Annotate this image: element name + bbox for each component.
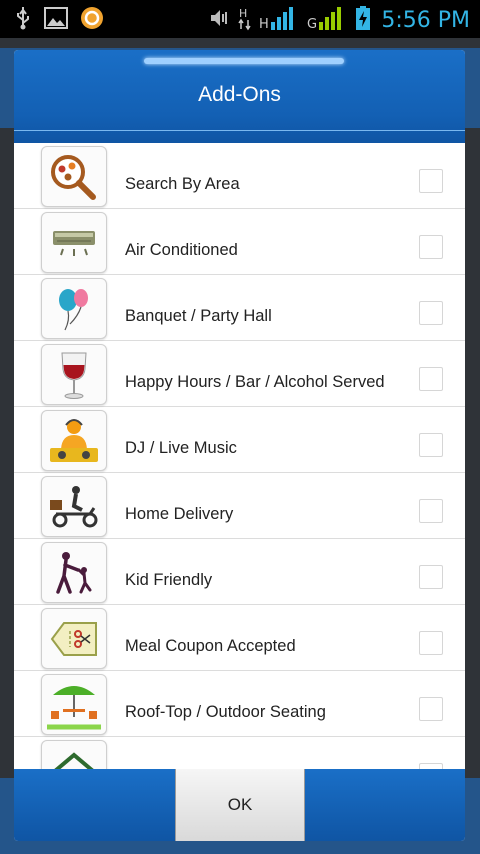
addon-checkbox[interactable] (419, 697, 443, 721)
signal-sim1-icon: H (259, 4, 301, 36)
addon-row-kid-friendly[interactable]: Kid Friendly (14, 539, 465, 605)
addon-label: Banquet / Party Hall (125, 307, 272, 325)
addon-label: Search By Area (125, 175, 240, 193)
coupon-icon (41, 608, 107, 669)
wine-glass-icon (41, 344, 107, 405)
dialog-title: Add-Ons (198, 83, 281, 106)
addon-label: Happy Hours / Bar / Alcohol Served (125, 373, 385, 391)
addons-list[interactable]: Search By Area Air Conditioned Banquet /… (14, 143, 465, 769)
sim1-type: H (259, 17, 269, 32)
outdoor-seating-icon (41, 674, 107, 735)
balloons-icon (41, 278, 107, 339)
addon-label: Roof-Top / Outdoor Seating (125, 703, 326, 721)
addon-row-air-conditioned[interactable]: Air Conditioned (14, 209, 465, 275)
addon-checkbox[interactable] (419, 565, 443, 589)
drag-handle (144, 58, 344, 64)
addon-checkbox[interactable] (419, 367, 443, 391)
addon-label: Home Delivery (125, 505, 234, 523)
status-bar: H H G 5:56 PM (0, 0, 480, 38)
hsdpa-data-icon: H (237, 5, 253, 35)
usb-icon (14, 6, 32, 34)
addon-checkbox[interactable] (419, 235, 443, 259)
addon-row-happy-hours[interactable]: Happy Hours / Bar / Alcohol Served (14, 341, 465, 407)
addon-row-banquet[interactable]: Banquet / Party Hall (14, 275, 465, 341)
addon-row-home-delivery[interactable]: Home Delivery (14, 473, 465, 539)
addon-checkbox[interactable] (419, 631, 443, 655)
ok-button[interactable]: OK (175, 769, 305, 841)
parent-child-icon (41, 542, 107, 603)
addon-row-dj-live-music[interactable]: DJ / Live Music (14, 407, 465, 473)
dialog-header: Add-Ons (14, 50, 465, 143)
gallery-icon (44, 7, 68, 33)
clock: 5:56 PM (381, 7, 470, 33)
delivery-scooter-icon (41, 476, 107, 537)
svg-text:H: H (239, 7, 247, 20)
dialog-footer: OK (14, 769, 465, 841)
battery-charging-icon (355, 5, 371, 35)
air-conditioner-icon (41, 212, 107, 273)
addon-checkbox[interactable] (419, 301, 443, 325)
addon-label: Air Conditioned (125, 241, 238, 259)
addon-label: Meal Coupon Accepted (125, 637, 296, 655)
search-by-area-icon (41, 146, 107, 207)
addon-checkbox[interactable] (419, 169, 443, 193)
house-icon (41, 740, 107, 769)
dj-icon (41, 410, 107, 471)
addon-row-partial[interactable] (14, 737, 465, 769)
addon-checkbox[interactable] (419, 433, 443, 457)
addon-row-outdoor-seating[interactable]: Roof-Top / Outdoor Seating (14, 671, 465, 737)
addon-row-search-by-area[interactable]: Search By Area (14, 143, 465, 209)
addon-label: Kid Friendly (125, 571, 213, 589)
app-notification-icon (80, 6, 104, 34)
mute-icon (209, 7, 231, 33)
header-divider (14, 130, 465, 131)
addon-checkbox[interactable] (419, 499, 443, 523)
svg-text:G: G (307, 17, 317, 32)
addon-row-meal-coupon[interactable]: Meal Coupon Accepted (14, 605, 465, 671)
signal-sim2-icon: G (307, 4, 349, 36)
addons-dialog: Add-Ons Search By Area Air Conditioned B… (14, 50, 465, 841)
addon-label: DJ / Live Music (125, 439, 237, 457)
